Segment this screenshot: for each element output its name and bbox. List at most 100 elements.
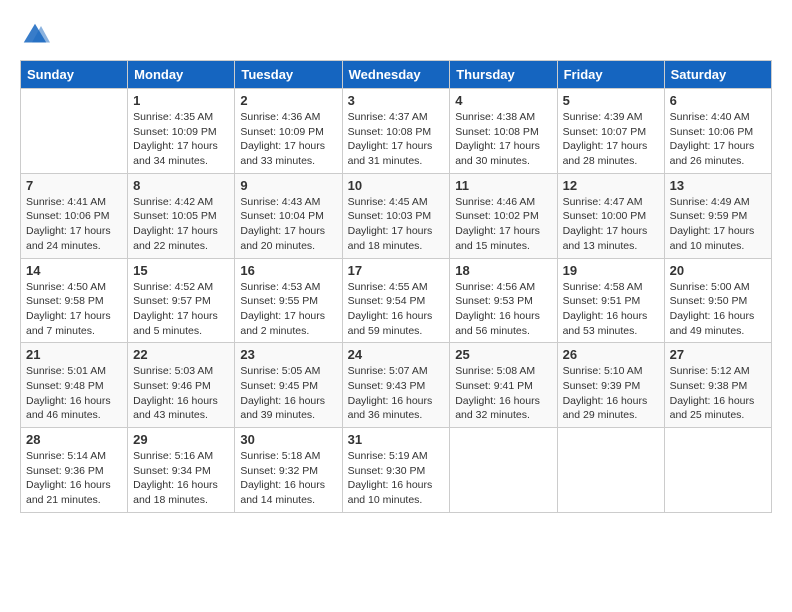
day-number: 23 [240,347,336,362]
calendar-cell: 11 Sunrise: 4:46 AM Sunset: 10:02 PM Dayl… [450,173,557,258]
calendar-cell: 9Sunrise: 4:43 AM Sunset: 10:04 PM Dayli… [235,173,342,258]
day-number: 22 [133,347,229,362]
calendar-cell: 8Sunrise: 4:42 AM Sunset: 10:05 PM Dayli… [128,173,235,258]
day-info: Sunrise: 5:10 AM Sunset: 9:39 PM Dayligh… [563,364,659,423]
day-number: 13 [670,178,766,193]
day-info: Sunrise: 4:37 AM Sunset: 10:08 PM Daylig… [348,110,445,169]
day-number: 17 [348,263,445,278]
day-number: 30 [240,432,336,447]
day-number: 27 [670,347,766,362]
day-number: 14 [26,263,122,278]
day-number: 6 [670,93,766,108]
day-info: Sunrise: 4:49 AM Sunset: 9:59 PM Dayligh… [670,195,766,254]
day-number: 16 [240,263,336,278]
day-info: Sunrise: 4:39 AM Sunset: 10:07 PM Daylig… [563,110,659,169]
calendar-cell: 22 Sunrise: 5:03 AM Sunset: 9:46 PM Dayli… [128,343,235,428]
day-info: Sunrise: 5:05 AM Sunset: 9:45 PM Dayligh… [240,364,336,423]
day-number: 7 [26,178,122,193]
day-info: Sunrise: 4:52 AM Sunset: 9:57 PM Dayligh… [133,280,229,339]
day-of-week-header: Monday [128,61,235,89]
day-number: 4 [455,93,551,108]
day-info: Sunrise: 5:01 AM Sunset: 9:48 PM Dayligh… [26,364,122,423]
day-info: Sunrise: 5:18 AM Sunset: 9:32 PM Dayligh… [240,449,336,508]
calendar-cell [21,89,128,174]
calendar-cell: 17 Sunrise: 4:55 AM Sunset: 9:54 PM Dayli… [342,258,450,343]
calendar-cell: 23 Sunrise: 5:05 AM Sunset: 9:45 PM Dayli… [235,343,342,428]
calendar-cell: 16 Sunrise: 4:53 AM Sunset: 9:55 PM Dayli… [235,258,342,343]
day-number: 21 [26,347,122,362]
logo [20,20,54,50]
day-of-week-header: Sunday [21,61,128,89]
day-number: 10 [348,178,445,193]
calendar-header-row: SundayMondayTuesdayWednesdayThursdayFrid… [21,61,772,89]
calendar-cell: 7 Sunrise: 4:41 AM Sunset: 10:06 PM Dayli… [21,173,128,258]
day-number: 31 [348,432,445,447]
calendar-cell: 21 Sunrise: 5:01 AM Sunset: 9:48 PM Dayli… [21,343,128,428]
day-number: 15 [133,263,229,278]
day-info: Sunrise: 5:07 AM Sunset: 9:43 PM Dayligh… [348,364,445,423]
day-of-week-header: Friday [557,61,664,89]
calendar-cell: 2 Sunrise: 4:36 AM Sunset: 10:09 PM Dayli… [235,89,342,174]
day-info: Sunrise: 5:03 AM Sunset: 9:46 PM Dayligh… [133,364,229,423]
day-info: Sunrise: 5:12 AM Sunset: 9:38 PM Dayligh… [670,364,766,423]
calendar-cell: 19 Sunrise: 4:58 AM Sunset: 9:51 PM Dayli… [557,258,664,343]
day-info: Sunrise: 4:58 AM Sunset: 9:51 PM Dayligh… [563,280,659,339]
day-info: Sunrise: 4:41 AM Sunset: 10:06 PM Daylig… [26,195,122,254]
calendar-cell: 13 Sunrise: 4:49 AM Sunset: 9:59 PM Dayli… [664,173,771,258]
calendar-cell: 3 Sunrise: 4:37 AM Sunset: 10:08 PM Dayli… [342,89,450,174]
calendar-week-row: 28 Sunrise: 5:14 AM Sunset: 9:36 PM Dayli… [21,428,772,513]
calendar-cell: 10 Sunrise: 4:45 AM Sunset: 10:03 PM Dayl… [342,173,450,258]
day-number: 20 [670,263,766,278]
calendar-cell: 1Sunrise: 4:35 AM Sunset: 10:09 PM Dayli… [128,89,235,174]
day-of-week-header: Thursday [450,61,557,89]
day-info: Sunrise: 4:36 AM Sunset: 10:09 PM Daylig… [240,110,336,169]
day-info: Sunrise: 4:35 AM Sunset: 10:09 PM Daylig… [133,110,229,169]
day-info: Sunrise: 5:14 AM Sunset: 9:36 PM Dayligh… [26,449,122,508]
calendar-cell [450,428,557,513]
day-number: 19 [563,263,659,278]
day-info: Sunrise: 4:46 AM Sunset: 10:02 PM Daylig… [455,195,551,254]
calendar-cell [664,428,771,513]
calendar-cell: 31Sunrise: 5:19 AM Sunset: 9:30 PM Dayli… [342,428,450,513]
day-number: 24 [348,347,445,362]
day-info: Sunrise: 4:47 AM Sunset: 10:00 PM Daylig… [563,195,659,254]
calendar-cell: 18Sunrise: 4:56 AM Sunset: 9:53 PM Dayli… [450,258,557,343]
day-info: Sunrise: 4:38 AM Sunset: 10:08 PM Daylig… [455,110,551,169]
day-of-week-header: Tuesday [235,61,342,89]
calendar-cell: 26Sunrise: 5:10 AM Sunset: 9:39 PM Dayli… [557,343,664,428]
calendar-week-row: 14Sunrise: 4:50 AM Sunset: 9:58 PM Dayli… [21,258,772,343]
day-number: 2 [240,93,336,108]
logo-icon [20,20,50,50]
calendar-cell: 6 Sunrise: 4:40 AM Sunset: 10:06 PM Dayli… [664,89,771,174]
day-info: Sunrise: 4:53 AM Sunset: 9:55 PM Dayligh… [240,280,336,339]
calendar-cell: 28 Sunrise: 5:14 AM Sunset: 9:36 PM Dayli… [21,428,128,513]
day-info: Sunrise: 5:08 AM Sunset: 9:41 PM Dayligh… [455,364,551,423]
day-info: Sunrise: 4:40 AM Sunset: 10:06 PM Daylig… [670,110,766,169]
calendar-cell: 27 Sunrise: 5:12 AM Sunset: 9:38 PM Dayli… [664,343,771,428]
calendar-cell: 12Sunrise: 4:47 AM Sunset: 10:00 PM Dayl… [557,173,664,258]
day-info: Sunrise: 5:16 AM Sunset: 9:34 PM Dayligh… [133,449,229,508]
calendar-cell: 25 Sunrise: 5:08 AM Sunset: 9:41 PM Dayli… [450,343,557,428]
calendar-cell: 29Sunrise: 5:16 AM Sunset: 9:34 PM Dayli… [128,428,235,513]
calendar-cell [557,428,664,513]
calendar-week-row: 7 Sunrise: 4:41 AM Sunset: 10:06 PM Dayli… [21,173,772,258]
day-info: Sunrise: 4:55 AM Sunset: 9:54 PM Dayligh… [348,280,445,339]
calendar-cell: 30 Sunrise: 5:18 AM Sunset: 9:32 PM Dayli… [235,428,342,513]
calendar-cell: 24 Sunrise: 5:07 AM Sunset: 9:43 PM Dayli… [342,343,450,428]
calendar-cell: 14Sunrise: 4:50 AM Sunset: 9:58 PM Dayli… [21,258,128,343]
day-info: Sunrise: 4:45 AM Sunset: 10:03 PM Daylig… [348,195,445,254]
page-header [20,20,772,50]
day-number: 18 [455,263,551,278]
calendar-table: SundayMondayTuesdayWednesdayThursdayFrid… [20,60,772,513]
day-of-week-header: Wednesday [342,61,450,89]
calendar-week-row: 21 Sunrise: 5:01 AM Sunset: 9:48 PM Dayli… [21,343,772,428]
day-number: 11 [455,178,551,193]
day-number: 25 [455,347,551,362]
calendar-cell: 4 Sunrise: 4:38 AM Sunset: 10:08 PM Dayli… [450,89,557,174]
day-number: 3 [348,93,445,108]
day-number: 28 [26,432,122,447]
calendar-cell: 20 Sunrise: 5:00 AM Sunset: 9:50 PM Dayli… [664,258,771,343]
calendar-cell: 15 Sunrise: 4:52 AM Sunset: 9:57 PM Dayli… [128,258,235,343]
day-info: Sunrise: 4:43 AM Sunset: 10:04 PM Daylig… [240,195,336,254]
day-info: Sunrise: 5:00 AM Sunset: 9:50 PM Dayligh… [670,280,766,339]
